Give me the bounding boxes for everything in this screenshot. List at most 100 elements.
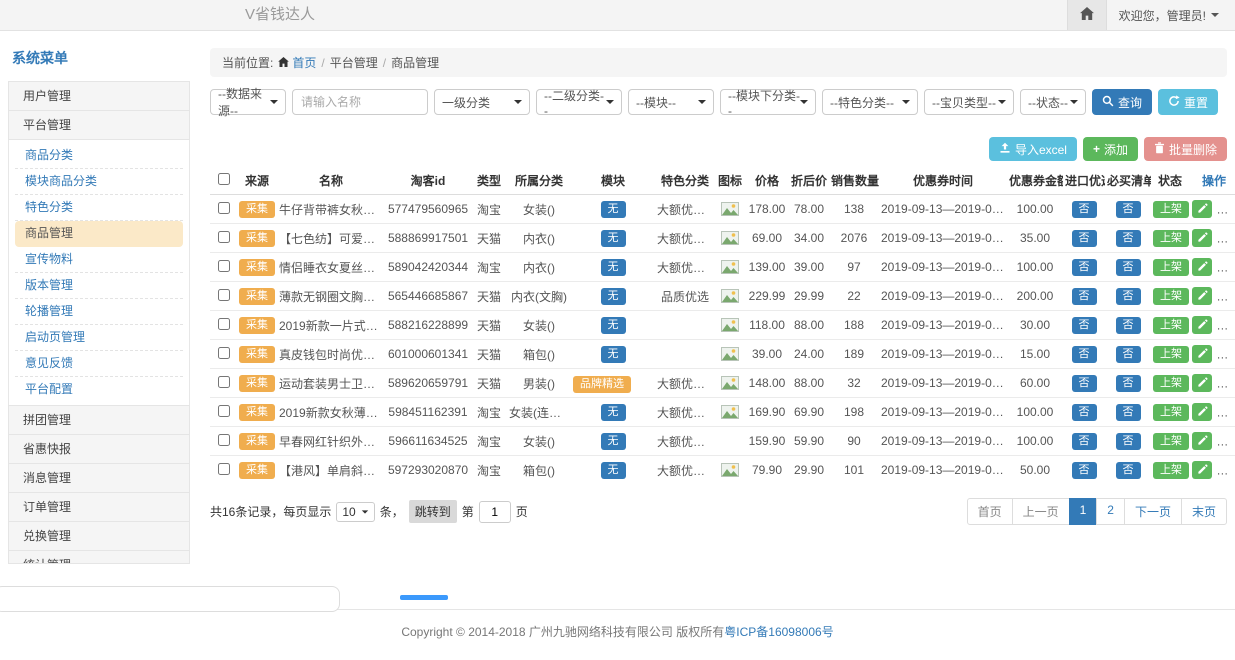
imported-toggle[interactable]: 否 — [1072, 288, 1097, 305]
filter-select[interactable]: --数据来源-- — [210, 89, 286, 115]
must-buy-toggle[interactable]: 否 — [1116, 259, 1141, 276]
must-buy-toggle[interactable]: 否 — [1116, 404, 1141, 421]
must-buy-toggle[interactable]: 否 — [1116, 346, 1141, 363]
sidebar-group-统计管理[interactable]: 统计管理 — [8, 550, 190, 564]
edit-button[interactable] — [1192, 461, 1212, 479]
row-checkbox[interactable] — [218, 260, 230, 272]
page-button-首页[interactable]: 首页 — [967, 498, 1013, 525]
sidebar-item-宣传物料[interactable]: 宣传物料 — [15, 247, 183, 273]
sidebar-item-版本管理[interactable]: 版本管理 — [15, 273, 183, 299]
status-toggle[interactable]: 上架 — [1153, 259, 1189, 276]
imported-toggle[interactable]: 否 — [1072, 404, 1097, 421]
breadcrumb-home-link[interactable]: 首页 — [278, 54, 316, 71]
imported-toggle[interactable]: 否 — [1072, 230, 1097, 247]
status-toggle[interactable]: 上架 — [1153, 201, 1189, 218]
status-toggle[interactable]: 上架 — [1153, 346, 1189, 363]
page-button-上一页[interactable]: 上一页 — [1012, 498, 1070, 525]
status-toggle[interactable]: 上架 — [1153, 288, 1189, 305]
filter-select[interactable]: --模块下分类-- — [720, 89, 816, 115]
delete-button[interactable] — [1217, 200, 1235, 218]
sidebar-group-拼团管理[interactable]: 拼团管理 — [8, 405, 190, 435]
jump-page-input[interactable] — [479, 501, 511, 523]
icp-link[interactable]: 粤ICP备16098006号 — [724, 625, 833, 639]
imported-toggle[interactable]: 否 — [1072, 317, 1097, 334]
row-checkbox[interactable] — [218, 434, 230, 446]
edit-button[interactable] — [1192, 345, 1212, 363]
must-buy-toggle[interactable]: 否 — [1116, 288, 1141, 305]
filter-select[interactable]: --二级分类-- — [536, 89, 622, 115]
row-checkbox[interactable] — [218, 202, 230, 214]
name-search-input[interactable] — [292, 89, 428, 115]
filter-select[interactable]: --特色分类-- — [822, 89, 918, 115]
reset-button[interactable]: 重置 — [1158, 89, 1218, 115]
page-button-2[interactable]: 2 — [1096, 498, 1125, 525]
must-buy-toggle[interactable]: 否 — [1116, 201, 1141, 218]
must-buy-toggle[interactable]: 否 — [1116, 230, 1141, 247]
edit-button[interactable] — [1192, 258, 1212, 276]
sidebar-group-订单管理[interactable]: 订单管理 — [8, 492, 190, 522]
page-button-下一页[interactable]: 下一页 — [1124, 498, 1182, 525]
sidebar-group-消息管理[interactable]: 消息管理 — [8, 463, 190, 493]
sidebar-item-特色分类[interactable]: 特色分类 — [15, 195, 183, 221]
delete-button[interactable] — [1217, 432, 1235, 450]
row-checkbox[interactable] — [218, 347, 230, 359]
delete-button[interactable] — [1217, 316, 1235, 334]
filter-select[interactable]: --宝贝类型-- — [924, 89, 1014, 115]
must-buy-toggle[interactable]: 否 — [1116, 433, 1141, 450]
delete-button[interactable] — [1217, 461, 1235, 479]
batch-delete-button[interactable]: 批量删除 — [1144, 137, 1227, 161]
import-excel-button[interactable]: 导入excel — [989, 137, 1077, 161]
delete-button[interactable] — [1217, 403, 1235, 421]
user-menu[interactable]: 欢迎您，管理员! — [1107, 0, 1235, 30]
row-checkbox[interactable] — [218, 405, 230, 417]
imported-toggle[interactable]: 否 — [1072, 433, 1097, 450]
delete-button[interactable] — [1217, 374, 1235, 392]
must-buy-toggle[interactable]: 否 — [1116, 375, 1141, 392]
filter-select[interactable]: --状态-- — [1020, 89, 1086, 115]
imported-toggle[interactable]: 否 — [1072, 375, 1097, 392]
sidebar-item-意见反馈[interactable]: 意见反馈 — [15, 351, 183, 377]
sidebar-group-兑换管理[interactable]: 兑换管理 — [8, 521, 190, 551]
row-checkbox[interactable] — [218, 231, 230, 243]
sidebar-item-启动页管理[interactable]: 启动页管理 — [15, 325, 183, 351]
sidebar-group-用户管理[interactable]: 用户管理 — [8, 81, 190, 111]
sidebar-item-商品管理[interactable]: 商品管理 — [15, 221, 183, 247]
status-toggle[interactable]: 上架 — [1153, 404, 1189, 421]
row-checkbox[interactable] — [218, 463, 230, 475]
sidebar-item-模块商品分类[interactable]: 模块商品分类 — [15, 169, 183, 195]
page-button-1[interactable]: 1 — [1069, 498, 1098, 525]
status-toggle[interactable]: 上架 — [1153, 317, 1189, 334]
add-button[interactable]: + 添加 — [1083, 137, 1138, 161]
page-button-末页[interactable]: 末页 — [1181, 498, 1227, 525]
edit-button[interactable] — [1192, 229, 1212, 247]
edit-button[interactable] — [1192, 200, 1212, 218]
delete-button[interactable] — [1217, 287, 1235, 305]
delete-button[interactable] — [1217, 345, 1235, 363]
search-button[interactable]: 查询 — [1092, 89, 1152, 115]
row-checkbox[interactable] — [218, 318, 230, 330]
sidebar-group-省惠快报[interactable]: 省惠快报 — [8, 434, 190, 464]
edit-button[interactable] — [1192, 403, 1212, 421]
status-toggle[interactable]: 上架 — [1153, 375, 1189, 392]
row-checkbox[interactable] — [218, 289, 230, 301]
jump-button[interactable]: 跳转到 — [409, 500, 457, 523]
must-buy-toggle[interactable]: 否 — [1116, 462, 1141, 479]
edit-button[interactable] — [1192, 316, 1212, 334]
edit-button[interactable] — [1192, 374, 1212, 392]
sidebar-item-轮播管理[interactable]: 轮播管理 — [15, 299, 183, 325]
sidebar-item-商品分类[interactable]: 商品分类 — [15, 143, 183, 169]
sidebar-group-平台管理[interactable]: 平台管理 — [8, 110, 190, 140]
home-button[interactable] — [1067, 0, 1107, 30]
filter-select[interactable]: 一级分类 — [434, 89, 530, 115]
select-all-checkbox[interactable] — [218, 173, 230, 185]
edit-button[interactable] — [1192, 432, 1212, 450]
imported-toggle[interactable]: 否 — [1072, 201, 1097, 218]
bottom-scrollbar-thumb[interactable] — [400, 595, 448, 600]
imported-toggle[interactable]: 否 — [1072, 259, 1097, 276]
status-toggle[interactable]: 上架 — [1153, 433, 1189, 450]
delete-button[interactable] — [1217, 258, 1235, 276]
status-toggle[interactable]: 上架 — [1153, 230, 1189, 247]
imported-toggle[interactable]: 否 — [1072, 346, 1097, 363]
edit-button[interactable] — [1192, 287, 1212, 305]
status-toggle[interactable]: 上架 — [1153, 462, 1189, 479]
